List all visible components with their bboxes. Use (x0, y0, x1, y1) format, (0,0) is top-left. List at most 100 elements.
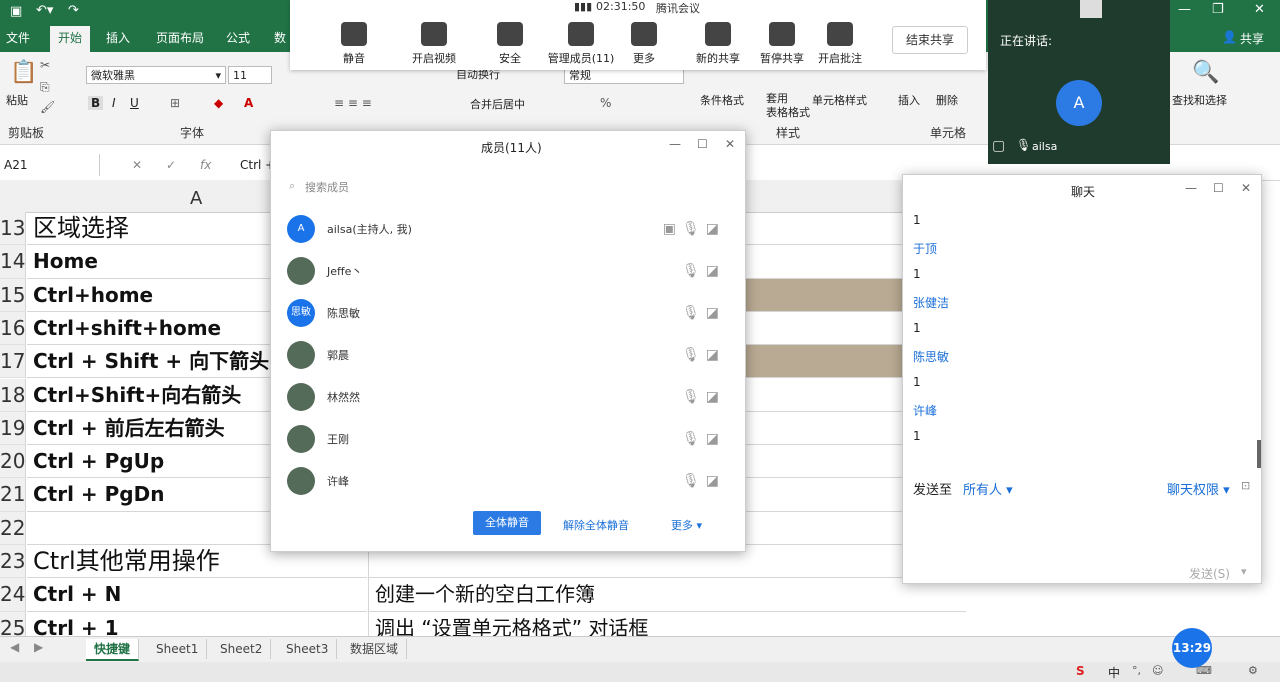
close-icon[interactable]: ✕ (725, 137, 735, 151)
chat-scrollbar[interactable] (1257, 440, 1261, 468)
send-options-chevron-icon[interactable]: ▾ (1241, 565, 1247, 578)
underline-button[interactable]: U (130, 96, 139, 110)
sheet-tab-sheet1[interactable]: Sheet1 (148, 639, 208, 659)
copy-icon[interactable]: ⎘ (40, 80, 50, 95)
row-header[interactable]: 24 (0, 578, 26, 612)
sheet-nav-next-icon[interactable]: ▶ (34, 640, 43, 654)
meeting-button-2[interactable]: 安全 (480, 22, 540, 66)
paste-label[interactable]: 粘贴 (6, 92, 28, 108)
member-row[interactable]: 思敏 陈思敏 🎙◪ (281, 295, 735, 331)
member-status-icons[interactable]: 🎙◪ (682, 389, 725, 405)
end-share-button[interactable]: 结束共享 (892, 26, 968, 54)
sheet-nav-prev-icon[interactable]: ◀ (10, 640, 19, 654)
member-status-icons[interactable]: ▣🎙◪ (663, 221, 725, 237)
minimize-icon[interactable]: — (669, 137, 681, 151)
chat-permission-button[interactable]: 聊天权限 ▾ (1167, 479, 1230, 498)
percent-icon[interactable]: % (600, 96, 611, 110)
font-color-icon[interactable]: A (244, 96, 253, 110)
minimize-icon[interactable]: — (1178, 2, 1191, 17)
close-icon[interactable]: ✕ (1241, 181, 1251, 195)
row-header[interactable]: 20 (0, 445, 26, 479)
cell-b[interactable]: 调出 “设置单元格格式” 对话框 (368, 611, 966, 636)
insert-cells-button[interactable]: 插入 (898, 92, 920, 108)
sheet-tab-shortcuts[interactable]: 快捷键 (86, 639, 140, 661)
punctuation-icon[interactable]: °, (1132, 664, 1141, 677)
tab-home[interactable]: 开始 (50, 26, 91, 52)
member-row[interactable]: Aailsa(主持人, 我) ▣🎙◪ (281, 211, 735, 247)
bold-button[interactable]: B (88, 96, 104, 110)
row-header[interactable]: 17 (0, 345, 26, 379)
tab-insert[interactable]: 插入 (106, 28, 130, 48)
merge-center-button[interactable]: 合并后居中 (470, 96, 525, 112)
confirm-formula-icon[interactable]: ✓ (166, 158, 176, 172)
member-row[interactable]: 许峰 🎙◪ (281, 463, 735, 499)
row-header[interactable]: 15 (0, 278, 26, 312)
row-header[interactable]: 19 (0, 411, 26, 446)
redo-icon[interactable]: ↷ (68, 3, 79, 18)
row-header[interactable]: 25 (0, 611, 26, 636)
cancel-formula-icon[interactable]: ✕ (132, 158, 142, 172)
emoji-icon[interactable]: ☺ (1152, 664, 1163, 677)
mute-all-button[interactable]: 全体静音 (473, 511, 541, 535)
format-painter-icon[interactable]: 🖌 (40, 100, 55, 114)
find-search-icon[interactable]: 🔍 (1192, 60, 1219, 85)
sheet-tab-sheet2[interactable]: Sheet2 (212, 639, 272, 659)
row-header[interactable]: 23 (0, 545, 26, 579)
member-row[interactable]: 林然然 🎙◪ (281, 379, 735, 415)
meeting-button-7[interactable]: 开启批注 (810, 22, 870, 66)
chat-input[interactable] (909, 503, 1249, 553)
row-header[interactable]: 21 (0, 478, 26, 512)
align-left-icon[interactable]: ≡ ≡ ≡ (334, 96, 372, 110)
settings-gear-icon[interactable]: ⚙ (1248, 664, 1258, 677)
sogou-ime-icon[interactable]: S (1076, 664, 1085, 678)
meeting-button-5[interactable]: 新的共享 (688, 22, 748, 66)
close-icon[interactable]: ✕ (1254, 2, 1265, 17)
meeting-button-6[interactable]: 暂停共享 (752, 22, 812, 66)
row-header[interactable]: 14 (0, 245, 26, 279)
send-button[interactable]: 发送(S) (1189, 565, 1230, 582)
member-status-icons[interactable]: 🎙◪ (682, 431, 725, 447)
maximize-icon[interactable]: ☐ (697, 137, 708, 151)
member-status-icons[interactable]: 🎙◪ (682, 473, 725, 489)
fill-color-icon[interactable]: ◆ (214, 96, 223, 110)
cell-style-button[interactable]: 单元格样式 (812, 92, 867, 108)
font-size-select[interactable]: 11 (228, 66, 272, 84)
minimize-icon[interactable]: — (1185, 181, 1197, 195)
italic-button[interactable]: I (112, 96, 116, 110)
avatar[interactable] (1080, 0, 1102, 18)
member-search-input[interactable]: 搜索成员 (305, 179, 349, 195)
column-header-a[interactable]: A (190, 188, 202, 209)
sheet-tab-data-range[interactable]: 数据区域 (342, 639, 408, 659)
conditional-format-button[interactable]: 条件格式 (700, 92, 744, 108)
tab-page-layout[interactable]: 页面布局 (156, 28, 204, 48)
row-header[interactable]: 18 (0, 378, 26, 412)
name-box[interactable]: A21 (0, 154, 100, 176)
share-user-icon[interactable]: 👤 (1222, 30, 1237, 44)
tab-formulas[interactable]: 公式 (226, 28, 250, 48)
expand-icon[interactable]: ⊡ (1241, 479, 1250, 492)
member-row[interactable]: 郭晨 🎙◪ (281, 337, 735, 373)
meeting-button-0[interactable]: 静音 (324, 22, 384, 66)
member-row[interactable]: Jeffe丶 🎙◪ (281, 253, 735, 289)
meeting-button-1[interactable]: 开启视频 (404, 22, 464, 66)
cell-a[interactable]: Ctrl + 1 (27, 612, 367, 636)
font-name-select[interactable]: 微软雅黑 ▾ (86, 66, 226, 84)
row-header[interactable]: 16 (0, 311, 26, 346)
cell-b[interactable]: 创建一个新的空白工作簿 (368, 578, 966, 612)
ime-mode-label[interactable]: 中 (1108, 664, 1120, 681)
more-options-button[interactable]: 更多 ▾ (671, 517, 702, 533)
unmute-all-button[interactable]: 解除全体静音 (563, 517, 629, 533)
delete-cells-button[interactable]: 删除 (936, 92, 958, 108)
member-status-icons[interactable]: 🎙◪ (682, 263, 725, 279)
find-select-button[interactable]: 查找和选择 (1172, 92, 1227, 108)
row-header[interactable]: 22 (0, 511, 26, 545)
table-format-button[interactable]: 套用 表格格式 (766, 92, 810, 120)
row-header[interactable]: 13 (0, 212, 26, 246)
tab-file[interactable]: 文件 (6, 28, 30, 48)
member-status-icons[interactable]: 🎙◪ (682, 305, 725, 321)
undo-icon[interactable]: ↶▾ (36, 3, 53, 18)
meeting-button-3[interactable]: 管理成员(11) (546, 22, 616, 66)
member-status-icons[interactable]: 🎙◪ (682, 347, 725, 363)
cell-a[interactable]: Ctrl + N (27, 578, 367, 612)
tab-data[interactable]: 数 (274, 28, 286, 48)
